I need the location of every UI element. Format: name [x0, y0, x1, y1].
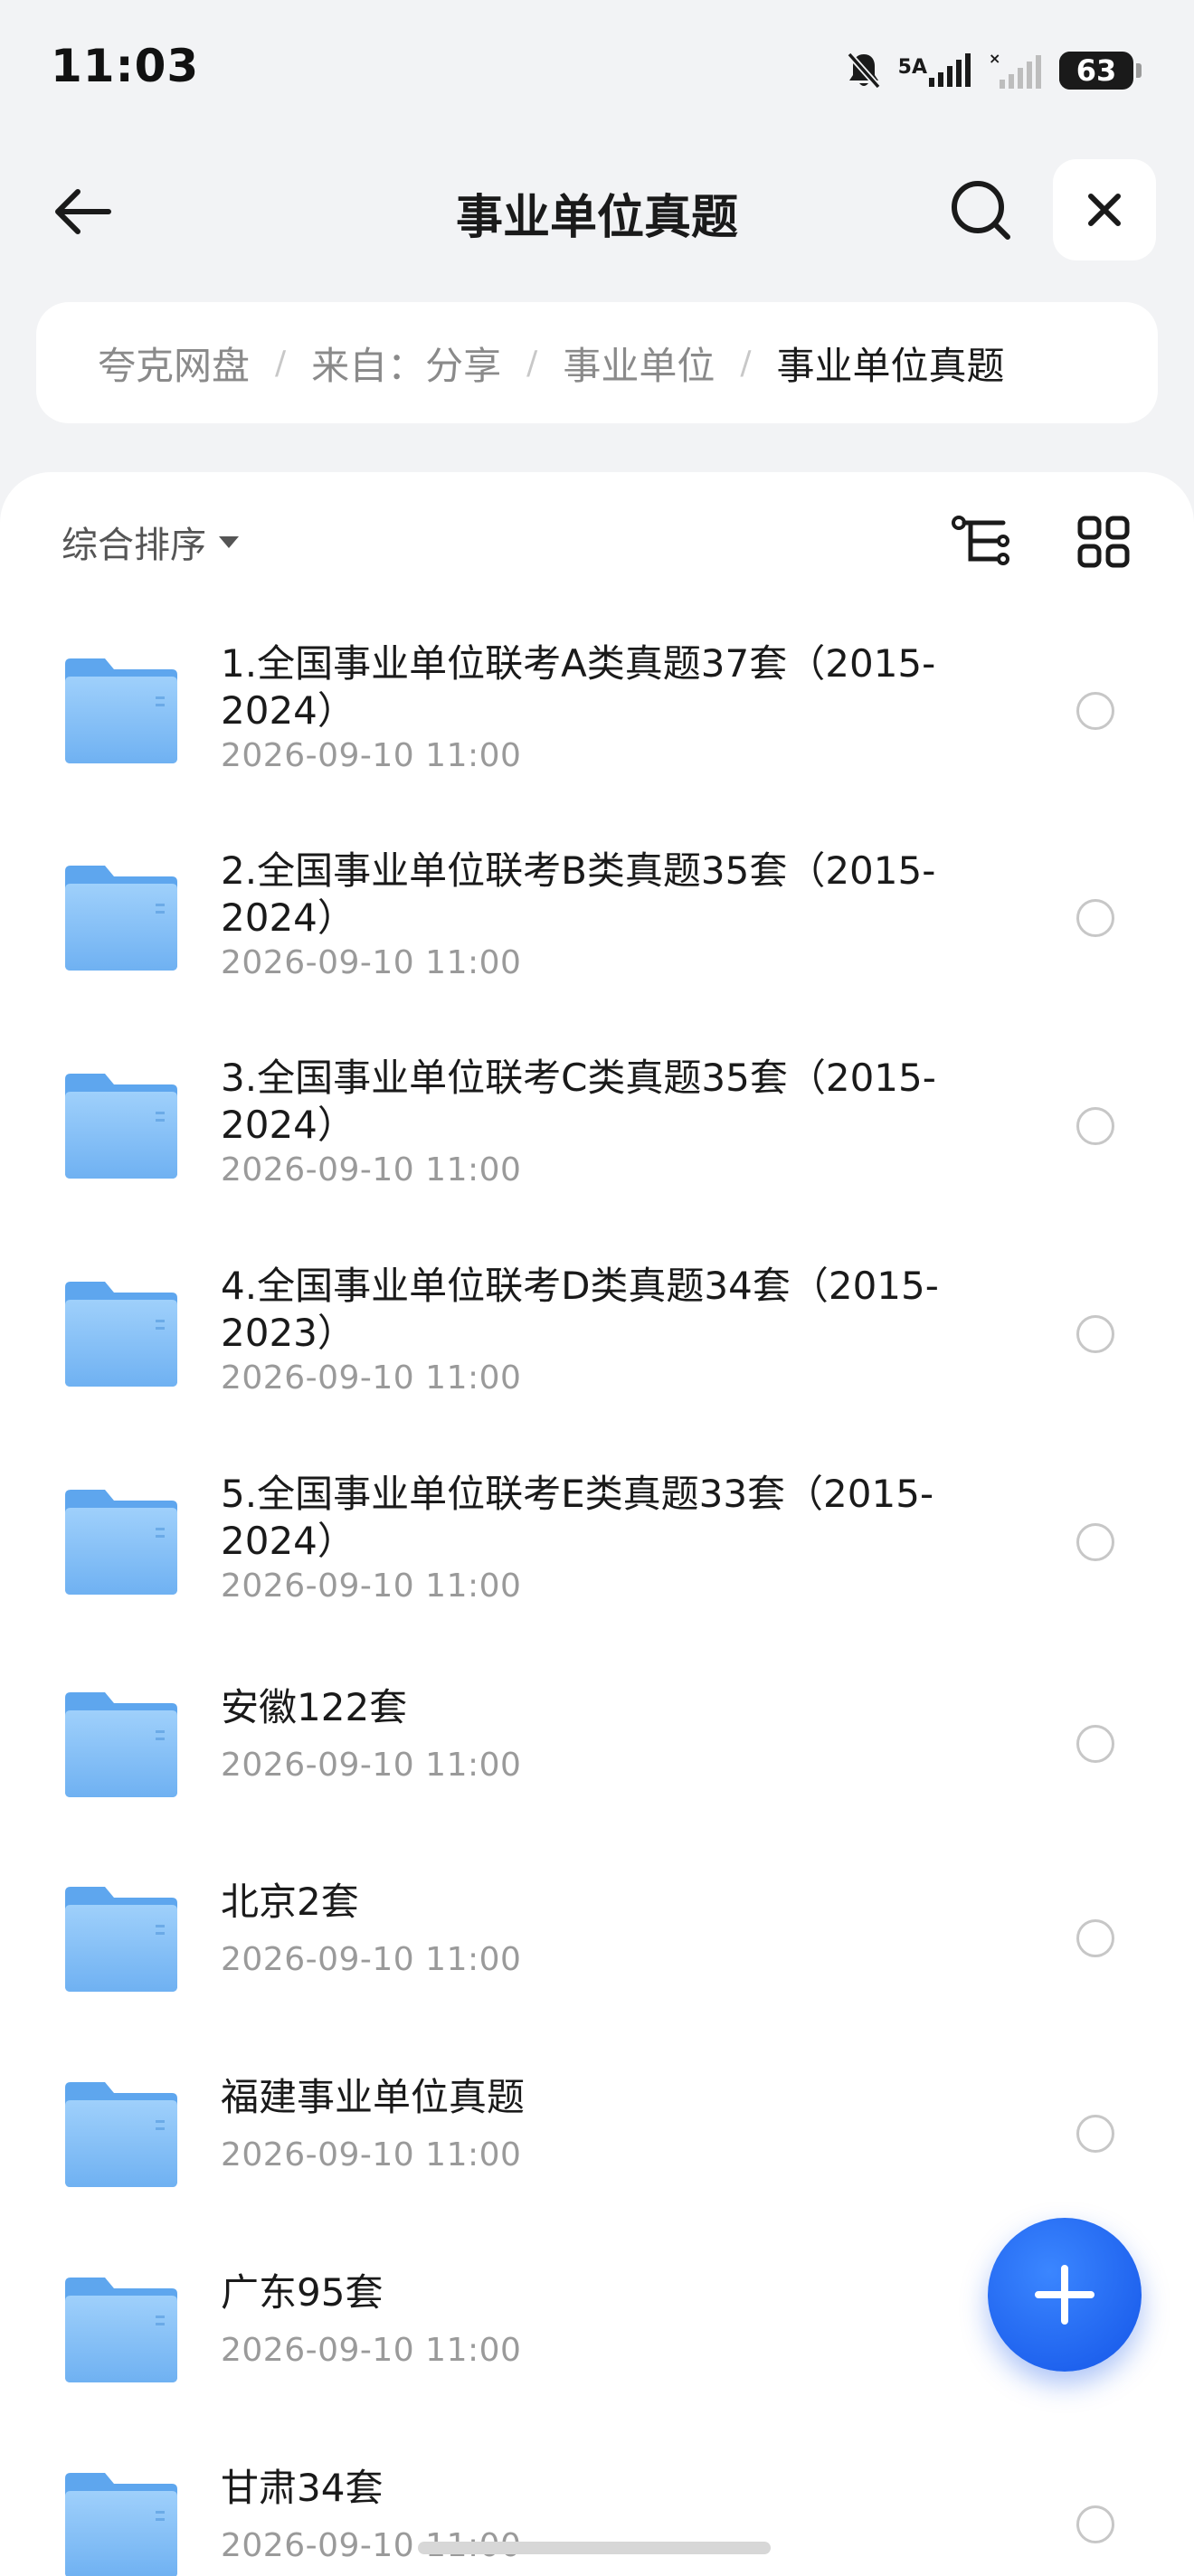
- breadcrumb-item-share[interactable]: 来自：分享: [311, 336, 501, 391]
- breadcrumb: 夸克网盘 / 来自：分享 / 事业单位 / 事业单位真题: [36, 302, 1158, 423]
- caret-down-icon: [219, 535, 239, 548]
- breadcrumb-item-root[interactable]: 夸克网盘: [98, 336, 250, 391]
- bell-muted-icon: [846, 51, 882, 90]
- file-name: 5.全国事业单位联考E类真题33套（2015-2024）: [221, 1472, 934, 1563]
- select-checkbox[interactable]: [1076, 1725, 1114, 1763]
- folder-icon: [65, 1692, 177, 1797]
- app-header: 事业单位真题: [0, 154, 1194, 268]
- directory-tree-button[interactable]: [944, 510, 1017, 573]
- status-bar: 11:03 5A × 63: [0, 0, 1194, 136]
- list-toolbar: 综合排序: [0, 472, 1194, 608]
- folder-icon: [65, 2473, 177, 2576]
- breadcrumb-item-current: 事业单位真题: [776, 343, 1005, 388]
- select-checkbox[interactable]: [1076, 899, 1114, 937]
- file-name: 1.全国事业单位联考A类真题37套（2015-2024）: [221, 641, 936, 733]
- status-time: 11:03: [51, 40, 200, 92]
- network-label: 5A: [897, 56, 927, 79]
- sort-label: 综合排序: [62, 525, 206, 566]
- select-checkbox[interactable]: [1076, 1919, 1114, 1957]
- folder-icon: [65, 658, 177, 763]
- breadcrumb-item-category[interactable]: 事业单位: [563, 336, 715, 391]
- select-checkbox[interactable]: [1076, 2115, 1114, 2153]
- file-modified-time: 2026-09-10 11:00: [221, 1359, 522, 1397]
- folder-icon: [65, 1490, 177, 1595]
- folder-icon: [65, 2278, 177, 2382]
- file-name: 4.全国事业单位联考D类真题34套（2015-2023）: [221, 1264, 939, 1355]
- file-modified-time: 2026-09-10 11:00: [221, 1567, 522, 1605]
- plus-icon: [1035, 2265, 1094, 2325]
- add-button[interactable]: [988, 2218, 1142, 2372]
- file-name: 3.全国事业单位联考C类真题35套（2015-2024）: [221, 1056, 936, 1147]
- close-icon: [1088, 194, 1121, 226]
- directory-tree-icon: [952, 516, 1009, 565]
- search-button[interactable]: [944, 174, 1017, 246]
- select-checkbox[interactable]: [1076, 1315, 1114, 1353]
- folder-icon: [65, 1074, 177, 1179]
- signal-icon: 5A: [898, 52, 972, 89]
- battery-body: 63: [1059, 52, 1133, 90]
- file-name: 安徽122套: [221, 1685, 408, 1729]
- folder-icon: [65, 866, 177, 971]
- battery-level: 63: [1076, 53, 1117, 88]
- folder-icon: [65, 1282, 177, 1387]
- select-checkbox[interactable]: [1076, 1107, 1114, 1145]
- folder-icon: [65, 2082, 177, 2187]
- file-modified-time: 2026-09-10 11:00: [221, 2136, 522, 2174]
- file-modified-time: 2026-09-10 11:00: [221, 2332, 522, 2369]
- file-modified-time: 2026-09-10 11:00: [221, 737, 522, 774]
- breadcrumb-separator: /: [275, 344, 287, 382]
- select-checkbox[interactable]: [1076, 1523, 1114, 1561]
- file-name: 甘肃34套: [221, 2466, 384, 2510]
- battery-cap: [1136, 63, 1142, 78]
- sort-dropdown[interactable]: 综合排序: [62, 516, 239, 568]
- status-icons: 5A × 63: [846, 47, 1142, 94]
- home-indicator[interactable]: [418, 2542, 771, 2554]
- file-name: 2.全国事业单位联考B类真题35套（2015-2024）: [221, 848, 936, 940]
- file-modified-time: 2026-09-10 11:00: [221, 944, 522, 981]
- breadcrumb-separator: /: [526, 344, 538, 382]
- grid-view-icon: [1077, 516, 1130, 568]
- file-modified-time: 2026-09-10 11:00: [221, 1941, 522, 1978]
- close-button[interactable]: [1053, 159, 1156, 260]
- file-name: 北京2套: [221, 1880, 359, 1924]
- signal-no-sim-icon: ×: [989, 51, 1043, 90]
- folder-icon: [65, 1887, 177, 1992]
- battery-icon: 63: [1059, 52, 1142, 90]
- file-modified-time: 2026-09-10 11:00: [221, 1747, 522, 1784]
- svg-text:×: ×: [989, 51, 1000, 67]
- select-checkbox[interactable]: [1076, 2505, 1114, 2543]
- search-icon: [952, 181, 1010, 240]
- file-modified-time: 2026-09-10 11:00: [221, 1151, 522, 1189]
- grid-view-button[interactable]: [1067, 510, 1140, 573]
- file-name: 广东95套: [221, 2270, 384, 2315]
- select-checkbox[interactable]: [1076, 692, 1114, 730]
- breadcrumb-separator: /: [740, 344, 752, 382]
- file-name: 福建事业单位真题: [221, 2075, 526, 2119]
